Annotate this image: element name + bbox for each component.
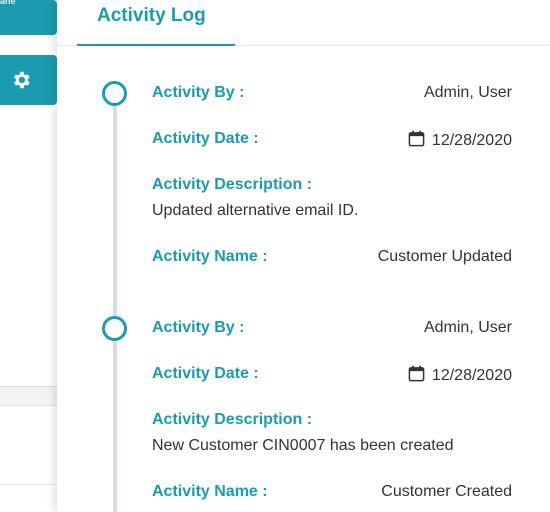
activity-by-value: Admin, User xyxy=(423,84,512,101)
activity-date-text: 12/28/2020 xyxy=(431,132,512,149)
activity-log-panel: Activity Log Activity By : Admin, User A… xyxy=(57,0,550,512)
background-divider xyxy=(0,386,57,406)
activity-name-value: Customer Created xyxy=(381,483,512,500)
activity-name-label: Activity Name : xyxy=(152,483,268,500)
activity-description-value: New Customer CIN0007 has been created xyxy=(152,437,454,454)
activity-by-label: Activity By : xyxy=(152,84,245,101)
tab-activity-log[interactable]: Activity Log xyxy=(77,0,235,46)
activity-description-label: Activity Description : xyxy=(152,176,313,193)
background-divider xyxy=(0,484,57,485)
activity-date-label: Activity Date : xyxy=(152,130,259,147)
panel-header: Activity Log xyxy=(57,0,550,46)
background-top-tab-text: ane xyxy=(0,0,16,6)
calendar-icon xyxy=(408,365,425,382)
calendar-icon xyxy=(408,130,425,147)
activity-by-label: Activity By : xyxy=(152,319,245,336)
gear-icon xyxy=(14,71,30,89)
timeline-dot xyxy=(102,81,127,106)
settings-button[interactable] xyxy=(0,55,57,105)
activity-date-text: 12/28/2020 xyxy=(431,367,512,384)
timeline-line xyxy=(113,84,117,512)
background-top-tab[interactable]: ane xyxy=(0,0,57,35)
timeline-dot xyxy=(102,316,127,341)
activity-name-value: Customer Updated xyxy=(377,248,512,265)
activity-description-label: Activity Description : xyxy=(152,411,313,428)
activity-by-value: Admin, User xyxy=(423,319,512,336)
activity-date-value: 12/28/2020 xyxy=(408,365,512,385)
activity-name-label: Activity Name : xyxy=(152,248,268,265)
activity-date-label: Activity Date : xyxy=(152,365,259,382)
activity-date-value: 12/28/2020 xyxy=(408,130,512,150)
activity-description-value: Updated alternative email ID. xyxy=(152,202,359,219)
